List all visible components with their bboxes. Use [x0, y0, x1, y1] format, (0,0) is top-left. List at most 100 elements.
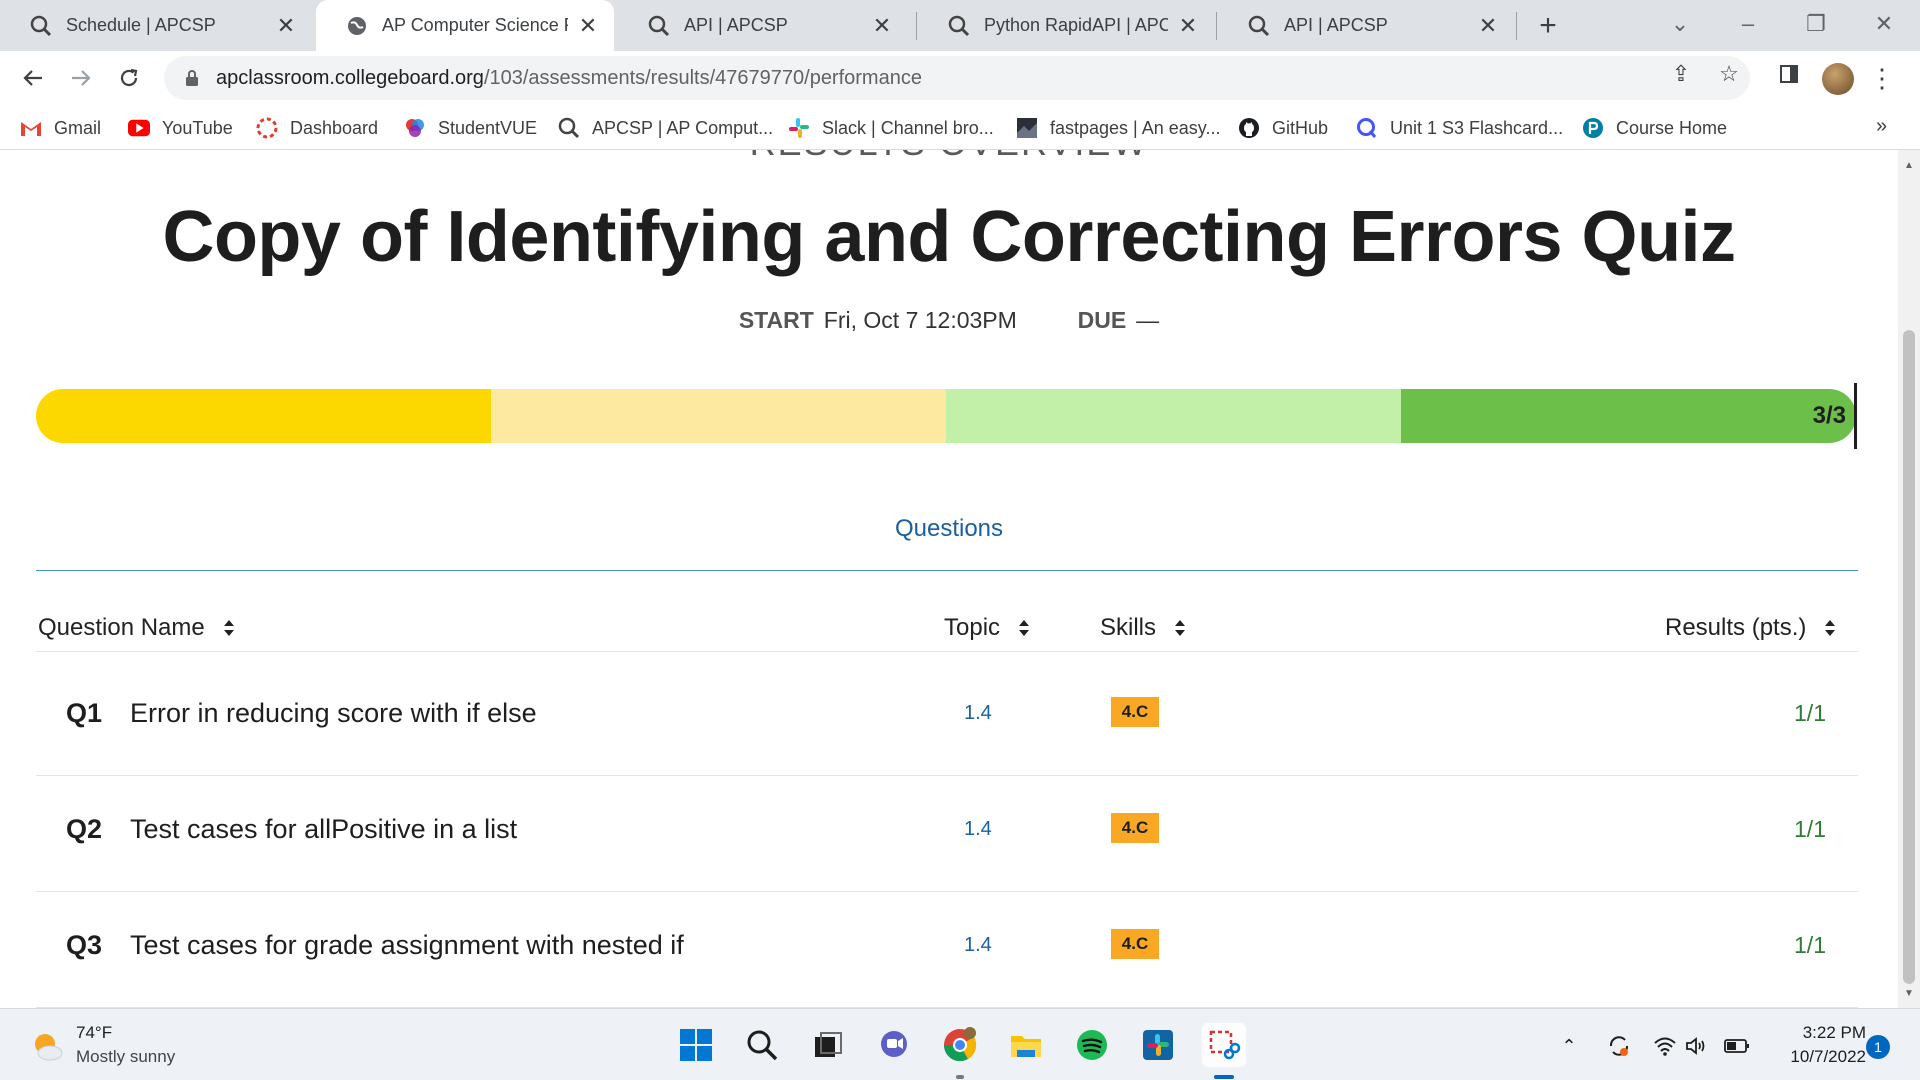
studentvue-icon — [404, 117, 426, 139]
volume-icon[interactable] — [1684, 1033, 1710, 1059]
table-row[interactable]: Q2 Test cases for allPositive in a list … — [36, 776, 1858, 892]
notification-badge[interactable]: 1 — [1866, 1035, 1890, 1059]
spotify-icon[interactable] — [1070, 1023, 1114, 1067]
question-result: 1/1 — [1794, 700, 1826, 726]
back-button[interactable] — [14, 59, 52, 97]
bookmark-gmail[interactable]: Gmail — [20, 115, 101, 141]
share-icon[interactable]: ⇪ — [1666, 59, 1696, 89]
bookmark-apcsp[interactable]: APCSP | AP Comput... — [558, 115, 773, 141]
search-icon[interactable] — [740, 1023, 784, 1067]
profile-avatar[interactable] — [1822, 63, 1854, 95]
bookmark-dashboard[interactable]: Dashboard — [256, 115, 378, 141]
forward-button[interactable] — [62, 59, 100, 97]
bookmark-quizlet[interactable]: Unit 1 S3 Flashcard... — [1356, 115, 1563, 141]
chevron-up-icon[interactable]: ⌃ — [1556, 1033, 1582, 1059]
battery-icon[interactable] — [1724, 1033, 1750, 1059]
header-label: Results (pts.) — [1665, 614, 1807, 641]
file-explorer-icon[interactable] — [1004, 1023, 1048, 1067]
bookmark-course-home[interactable]: Course Home — [1582, 115, 1727, 141]
quizlet-icon — [1356, 117, 1378, 139]
tab-questions[interactable]: Questions — [0, 515, 1898, 543]
tab-title: Schedule | APCSP — [66, 15, 216, 35]
bookmark-label: Course Home — [1616, 117, 1728, 138]
header-question-name[interactable]: Question Name — [38, 614, 235, 642]
close-icon[interactable]: ✕ — [1476, 13, 1500, 38]
close-window-button[interactable]: ✕ — [1864, 6, 1904, 42]
menu-kebab-icon[interactable]: ⋮ — [1869, 61, 1895, 95]
apcsp-icon — [1248, 15, 1270, 37]
page-scrollbar[interactable]: ▲ ▼ — [1898, 150, 1920, 1008]
bookmark-label: StudentVUE — [438, 117, 538, 138]
question-topic[interactable]: 1.4 — [964, 934, 992, 957]
tab-search-icon[interactable]: ⌄ — [1660, 6, 1700, 42]
bookmark-label: Unit 1 S3 Flashcard... — [1390, 117, 1564, 138]
weather-description[interactable]: Mostly sunny — [76, 1047, 175, 1067]
scroll-thumb[interactable] — [1903, 330, 1915, 984]
gmail-icon — [20, 117, 42, 139]
weather-temperature[interactable]: 74°F — [76, 1023, 112, 1043]
sort-icon — [223, 620, 234, 636]
globe-icon — [346, 15, 368, 37]
header-label: Skills — [1100, 614, 1157, 641]
close-icon[interactable]: ✕ — [576, 13, 600, 38]
task-view-icon[interactable] — [806, 1023, 850, 1067]
close-icon[interactable]: ✕ — [274, 13, 298, 38]
question-name[interactable]: Test cases for allPositive in a list — [130, 814, 517, 845]
windows-start-icon[interactable] — [674, 1023, 718, 1067]
clock-time[interactable]: 3:22 PM — [1770, 1023, 1866, 1043]
bookmark-label: Slack | Channel bro... — [822, 117, 994, 138]
progress-segment-2 — [491, 389, 946, 443]
table-row[interactable]: Q3 Test cases for grade assignment with … — [36, 892, 1858, 1008]
tab-title: AP Computer Science Prin — [382, 15, 568, 35]
table-row[interactable]: Q1 Error in reducing score with if else … — [36, 660, 1858, 776]
slack-icon — [788, 117, 810, 139]
bookmark-fastpages[interactable]: fastpages | An easy... — [1016, 115, 1220, 141]
skill-badge: 4.C — [1111, 813, 1159, 843]
scroll-up-icon[interactable]: ▲ — [1903, 160, 1915, 172]
question-number: Q1 — [66, 698, 103, 728]
close-icon[interactable]: ✕ — [870, 13, 894, 38]
question-topic[interactable]: 1.4 — [964, 702, 992, 725]
reload-icon — [120, 68, 138, 87]
close-icon[interactable]: ✕ — [1176, 13, 1200, 38]
browser-tab[interactable]: API | APCSP ✕ — [1218, 0, 1514, 51]
snipping-tool-icon[interactable] — [1202, 1023, 1246, 1067]
browser-tab[interactable]: API | APCSP ✕ — [618, 0, 908, 51]
clock-date[interactable]: 10/7/2022 — [1770, 1047, 1866, 1067]
bookmark-slack[interactable]: Slack | Channel bro... — [788, 115, 994, 141]
chrome-icon[interactable] — [938, 1023, 982, 1067]
progress-segment-1 — [36, 389, 491, 443]
slack-app-icon[interactable] — [1136, 1023, 1180, 1067]
wifi-icon[interactable] — [1652, 1033, 1678, 1059]
side-panel-icon[interactable] — [1774, 59, 1804, 89]
question-topic[interactable]: 1.4 — [964, 818, 992, 841]
header-results[interactable]: Results (pts.) — [1665, 614, 1836, 642]
bookmark-github[interactable]: GitHub — [1238, 115, 1328, 141]
tab-title: API | APCSP — [1284, 15, 1388, 35]
browser-tab[interactable]: Schedule | APCSP ✕ — [0, 0, 312, 51]
new-tab-button[interactable]: + — [1530, 8, 1566, 44]
bookmarks-overflow-icon[interactable]: » — [1876, 115, 1887, 138]
restore-button[interactable]: ❐ — [1796, 6, 1836, 42]
header-topic[interactable]: Topic — [944, 614, 1030, 642]
pearson-icon — [1582, 117, 1604, 139]
scroll-down-icon[interactable]: ▼ — [1903, 988, 1915, 1000]
question-name[interactable]: Test cases for grade assignment with nes… — [130, 930, 684, 961]
question-name[interactable]: Error in reducing score with if else — [130, 698, 537, 729]
bookmark-youtube[interactable]: YouTube — [128, 115, 233, 141]
question-number: Q3 — [66, 930, 103, 960]
minimize-button[interactable]: – — [1728, 6, 1768, 42]
browser-tab-active[interactable]: AP Computer Science Prin ✕ — [316, 0, 614, 51]
bookmark-star-icon[interactable]: ☆ — [1714, 59, 1744, 89]
browser-tab[interactable]: Python RapidAPI | APCSP ✕ — [918, 0, 1214, 51]
bookmark-studentvue[interactable]: StudentVUE — [404, 115, 537, 141]
chat-icon[interactable] — [872, 1023, 916, 1067]
tab-underline — [36, 570, 1858, 571]
assessment-dates: START Fri, Oct 7 12:03PM DUE — — [0, 307, 1898, 334]
sun-cloud-icon[interactable] — [30, 1029, 64, 1063]
table-header: Question Name Topic Skills Results (pts.… — [36, 610, 1858, 652]
header-skills[interactable]: Skills — [1100, 614, 1186, 642]
sync-icon[interactable] — [1606, 1033, 1632, 1059]
address-bar[interactable]: apclassroom.collegeboard.org/103/assessm… — [164, 56, 1750, 100]
reload-button[interactable] — [110, 59, 148, 97]
